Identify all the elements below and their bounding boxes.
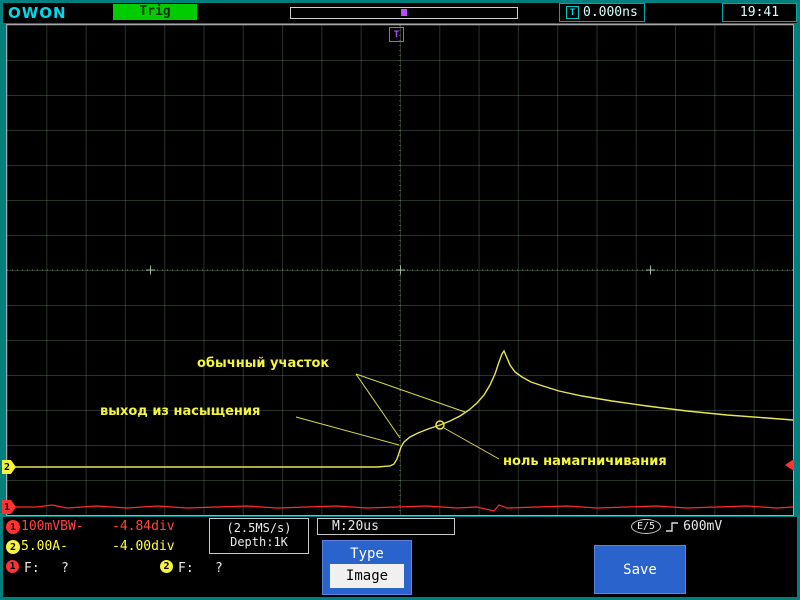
- ch1-freq-label: F:: [24, 561, 40, 576]
- type-menu-value[interactable]: Image: [330, 564, 404, 588]
- annotation-normal-region: обычный участок: [197, 356, 329, 371]
- acquisition-box: (2.5MS/s) Depth:1K: [209, 518, 309, 554]
- annotation-leader-line: [296, 417, 399, 445]
- save-button[interactable]: Save: [594, 545, 686, 594]
- ch1-scale: 100mVBW-: [21, 519, 84, 534]
- type-menu-label: Type: [323, 546, 411, 562]
- ch1-position: -4.84div: [112, 519, 175, 534]
- ch2-freq-label: F:: [178, 561, 194, 576]
- trigger-t-icon: T: [566, 6, 579, 19]
- ch2-position: -4.00div: [112, 539, 175, 554]
- trigger-key-label: E/5: [631, 519, 661, 534]
- status-bar: 1 100mVBW- -4.84div 2 5.00A- -4.00div (2…: [3, 517, 797, 597]
- save-button-label: Save: [623, 562, 657, 578]
- ch2-badge: 2: [6, 540, 20, 554]
- timebase-value: M:20us: [332, 519, 379, 534]
- trigger-readout: E/5 600mV: [631, 519, 722, 534]
- top-bar: OWON Trig T 0.000ns 19:41: [3, 3, 797, 23]
- trigger-status-badge: Trig: [113, 4, 197, 20]
- waveform-canvas: [7, 25, 793, 515]
- type-menu-button[interactable]: Type Image: [322, 540, 412, 595]
- trigger-level-value: 600mV: [683, 519, 722, 534]
- trigger-position-bar: [290, 7, 518, 19]
- ch1-freq-value: ?: [61, 561, 69, 576]
- ch1-badge-freq: 1: [6, 560, 19, 573]
- annotation-leader-line: [444, 428, 499, 459]
- timebase-box: M:20us: [317, 518, 455, 535]
- clock-value: 19:41: [740, 5, 779, 20]
- sample-rate: (2.5MS/s): [210, 521, 308, 535]
- trigger-point-marker: T: [389, 27, 404, 42]
- rising-edge-icon: [665, 520, 679, 534]
- ch2-scale: 5.00A-: [21, 539, 68, 554]
- annotation-saturation-exit: выход из насыщения: [100, 404, 260, 419]
- trigger-position-marker: [401, 9, 407, 16]
- waveform-display: обычный участок выход из насыщения ноль …: [6, 24, 794, 516]
- clock: 19:41: [722, 3, 797, 22]
- memory-depth: Depth:1K: [210, 535, 308, 549]
- annotation-leader-line: [356, 374, 400, 438]
- trigger-time-box: T 0.000ns: [559, 3, 645, 22]
- brand-logo: OWON: [8, 4, 67, 22]
- annotation-zero-magnetization: ноль намагничивания: [503, 454, 667, 469]
- trigger-time-value: 0.000ns: [583, 5, 638, 20]
- annotation-leader-line: [356, 374, 465, 412]
- ch2-freq-value: ?: [215, 561, 223, 576]
- ch2-badge-freq: 2: [160, 560, 173, 573]
- ch1-badge: 1: [6, 520, 20, 534]
